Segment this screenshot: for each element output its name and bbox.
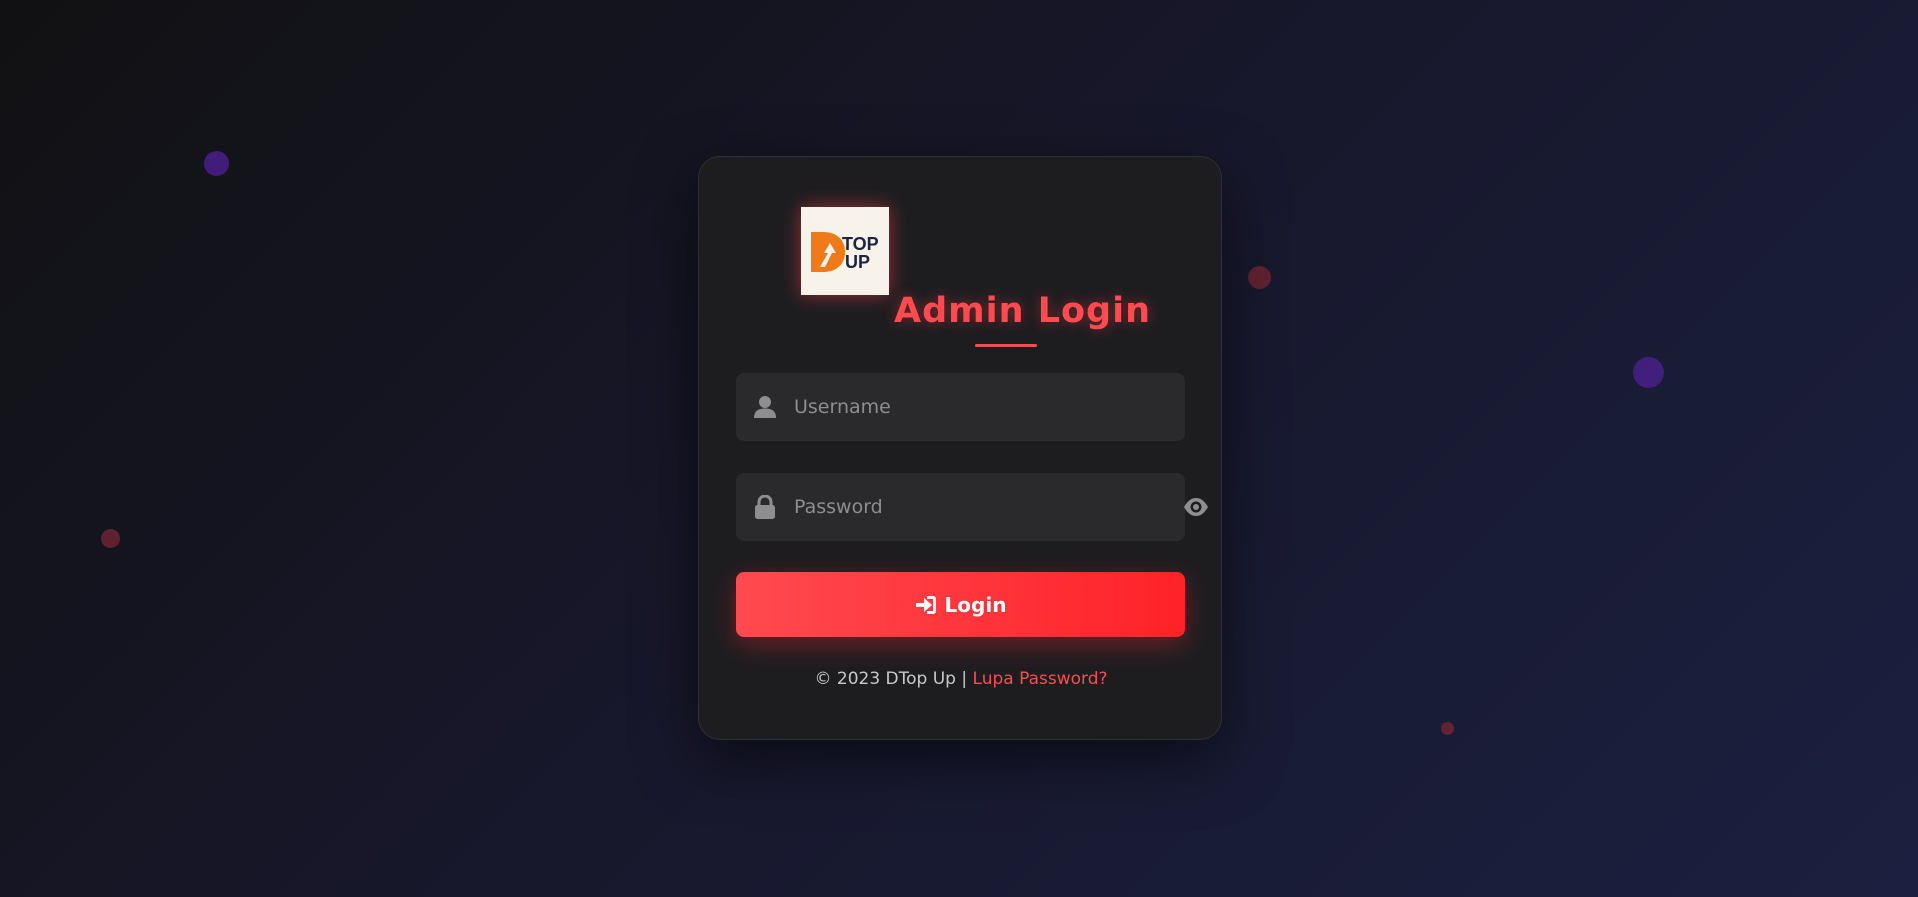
lock-icon — [755, 495, 775, 519]
decorative-particle — [1633, 357, 1664, 388]
forgot-password-link[interactable]: Lupa Password? — [973, 669, 1108, 689]
sign-in-icon — [915, 595, 936, 614]
username-field-wrapper — [736, 373, 1185, 441]
copyright-text: © 2023 DTop Up | — [814, 669, 968, 689]
page-title: Admin Login — [894, 291, 1152, 331]
login-button-label: Login — [944, 592, 1007, 617]
password-field-wrapper — [736, 473, 1185, 541]
login-card: TOP UP Admin Login Login © 2023 DTop Up … — [698, 156, 1222, 740]
password-input[interactable] — [794, 473, 1174, 541]
decorative-particle — [1441, 722, 1454, 735]
decorative-particle — [1248, 266, 1271, 289]
username-input[interactable] — [794, 373, 1174, 441]
user-icon — [754, 396, 776, 418]
login-button[interactable]: Login — [736, 572, 1185, 637]
brand-logo: TOP UP — [801, 207, 889, 295]
decorative-particle — [101, 529, 120, 548]
decorative-particle — [204, 151, 229, 176]
svg-text:UP: UP — [845, 252, 870, 272]
svg-text:TOP: TOP — [842, 234, 879, 254]
title-underline — [975, 344, 1037, 347]
eye-icon[interactable] — [1183, 494, 1209, 520]
footer: © 2023 DTop Up | Lupa Password? — [699, 669, 1223, 689]
